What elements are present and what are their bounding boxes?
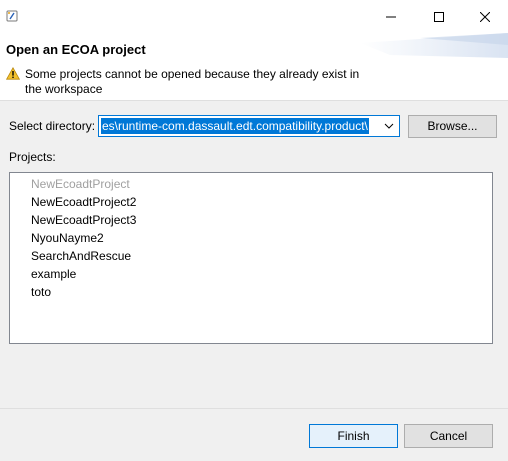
maximize-icon (434, 11, 444, 22)
projects-label: Projects: (9, 150, 56, 164)
cancel-button[interactable]: Cancel (404, 424, 493, 448)
project-item-toto[interactable]: toto (31, 285, 51, 299)
finish-button[interactable]: Finish (309, 424, 398, 448)
warning-line-1: Some projects cannot be opened because t… (25, 67, 360, 81)
projects-list[interactable]: NewEcoadtProject NewEcoadtProject2 NewEc… (9, 172, 493, 344)
directory-combobox[interactable]: es\runtime-com.dassault.edt.compatibilit… (98, 115, 400, 137)
directory-dropdown-button[interactable] (379, 116, 399, 136)
header-banner: Open an ECOA project Some projects canno… (0, 33, 508, 101)
directory-value-selected: es\runtime-com.dassault.edt.compatibilit… (101, 118, 369, 134)
project-item-newecoadtproject3[interactable]: NewEcoadtProject3 (31, 213, 136, 227)
warning-message: Some projects cannot be opened because t… (25, 67, 365, 97)
project-item-example[interactable]: example (31, 267, 76, 281)
open-ecoa-project-dialog: Open an ECOA project Some projects canno… (0, 0, 508, 461)
page-title: Open an ECOA project (6, 42, 146, 57)
warning-line-2: the workspace (25, 82, 103, 96)
eclipse-edt-icon (6, 10, 18, 22)
banner-decoration (360, 33, 508, 58)
title-bar (0, 0, 508, 33)
select-directory-label: Select directory: (9, 119, 96, 133)
chevron-down-icon (384, 123, 394, 129)
browse-button[interactable]: Browse... (408, 115, 497, 138)
warning-icon (6, 67, 20, 80)
project-item-searchandrescue[interactable]: SearchAndRescue (31, 249, 131, 263)
project-item-newecoadtproject2[interactable]: NewEcoadtProject2 (31, 195, 136, 209)
close-icon (480, 11, 490, 22)
footer-separator (0, 408, 508, 409)
project-item-nyounayme2[interactable]: NyouNayme2 (31, 231, 104, 245)
close-button[interactable] (462, 0, 508, 33)
minimize-button[interactable] (368, 0, 414, 33)
maximize-button[interactable] (416, 0, 462, 33)
minimize-icon (386, 16, 396, 17)
project-item-newecoadtproject: NewEcoadtProject (31, 177, 130, 191)
directory-input[interactable]: es\runtime-com.dassault.edt.compatibilit… (101, 118, 379, 134)
